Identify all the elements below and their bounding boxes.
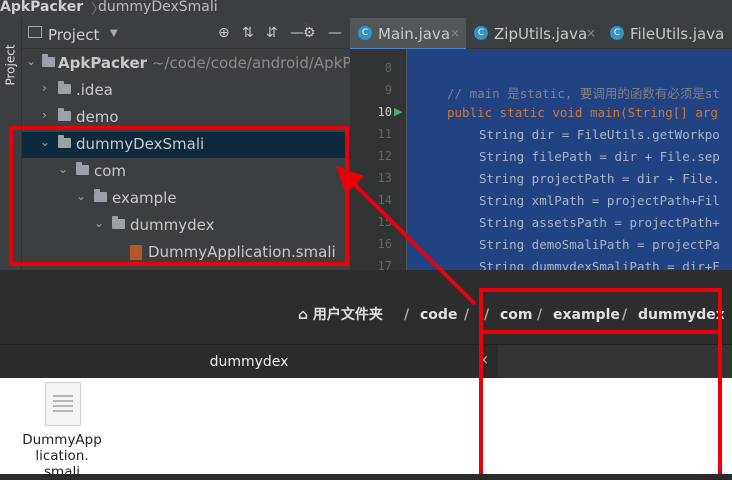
annotation-arrow bbox=[336, 166, 477, 306]
arrow-shaft bbox=[346, 176, 477, 306]
